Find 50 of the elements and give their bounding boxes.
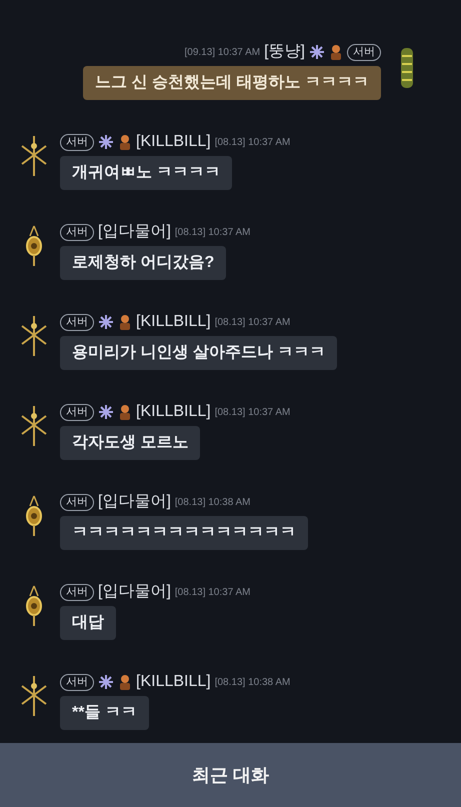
amulet-icon	[24, 584, 44, 628]
snowflake-icon	[309, 44, 325, 60]
player-name: [KILLBILL]	[136, 672, 211, 692]
server-badge: 서버	[60, 224, 94, 240]
snowflake-icon	[98, 404, 114, 420]
message-bubble: 각자도생 모르노	[60, 426, 200, 460]
timestamp: [08.13] 10:37 AM	[214, 316, 290, 330]
message-bubble: 로제청하 어디갔음?	[60, 246, 226, 280]
message-bubble: 개귀여ㅃ노 ㅋㅋㅋㅋ	[60, 156, 232, 190]
server-badge: 서버	[60, 314, 94, 330]
sword-icon	[19, 674, 49, 718]
player-name: [KILLBILL]	[136, 402, 211, 422]
message-bubble: 대답	[60, 606, 116, 640]
player-name: [입다물어]	[98, 492, 171, 512]
player-name: [뚱냥]	[264, 42, 305, 62]
figure-icon	[118, 134, 132, 150]
message-bubble: ㅋㅋㅋㅋㅋㅋㅋㅋㅋㅋㅋㅋㅋㅋ	[60, 516, 308, 550]
sword-icon	[19, 134, 49, 178]
server-badge: 서버	[347, 44, 381, 60]
timestamp: [08.13] 10:37 AM	[214, 406, 290, 420]
server-badge: 서버	[60, 494, 94, 510]
recent-chat-button[interactable]: 최근 대화	[0, 743, 461, 807]
figure-icon	[118, 404, 132, 420]
timestamp: [09.13] 10:37 AM	[184, 46, 260, 60]
timestamp: [08.13] 10:38 AM	[174, 496, 251, 510]
timestamp: [08.13] 10:38 AM	[214, 676, 290, 690]
player-name: [KILLBILL]	[136, 132, 211, 152]
server-badge: 서버	[60, 674, 94, 690]
figure-icon	[329, 44, 343, 60]
message-bubble: 느그 신 승천했는데 태평하노 ㅋㅋㅋㅋ	[83, 66, 381, 100]
figure-icon	[118, 674, 132, 690]
server-badge: 서버	[60, 584, 94, 600]
amulet-icon	[24, 494, 44, 538]
timestamp: [08.13] 10:37 AM	[214, 136, 290, 150]
server-badge: 서버	[60, 404, 94, 420]
server-badge: 서버	[60, 134, 94, 150]
timestamp: [08.13] 10:37 AM	[174, 226, 251, 240]
sword-icon	[19, 314, 49, 358]
player-name: [입다물어]	[98, 582, 171, 602]
amulet-icon	[24, 224, 44, 268]
player-name: [입다물어]	[98, 222, 171, 242]
snowflake-icon	[98, 314, 114, 330]
snowflake-icon	[98, 134, 114, 150]
timestamp: [08.13] 10:37 AM	[174, 586, 251, 600]
sword-icon	[19, 404, 49, 448]
snowflake-icon	[98, 674, 114, 690]
player-name: [KILLBILL]	[136, 312, 211, 332]
message-bubble: 용미리가 니인생 살아주드나 ㅋㅋㅋ	[60, 336, 338, 370]
figure-icon	[118, 314, 132, 330]
message-bubble: **들 ㅋㅋ	[60, 696, 149, 730]
